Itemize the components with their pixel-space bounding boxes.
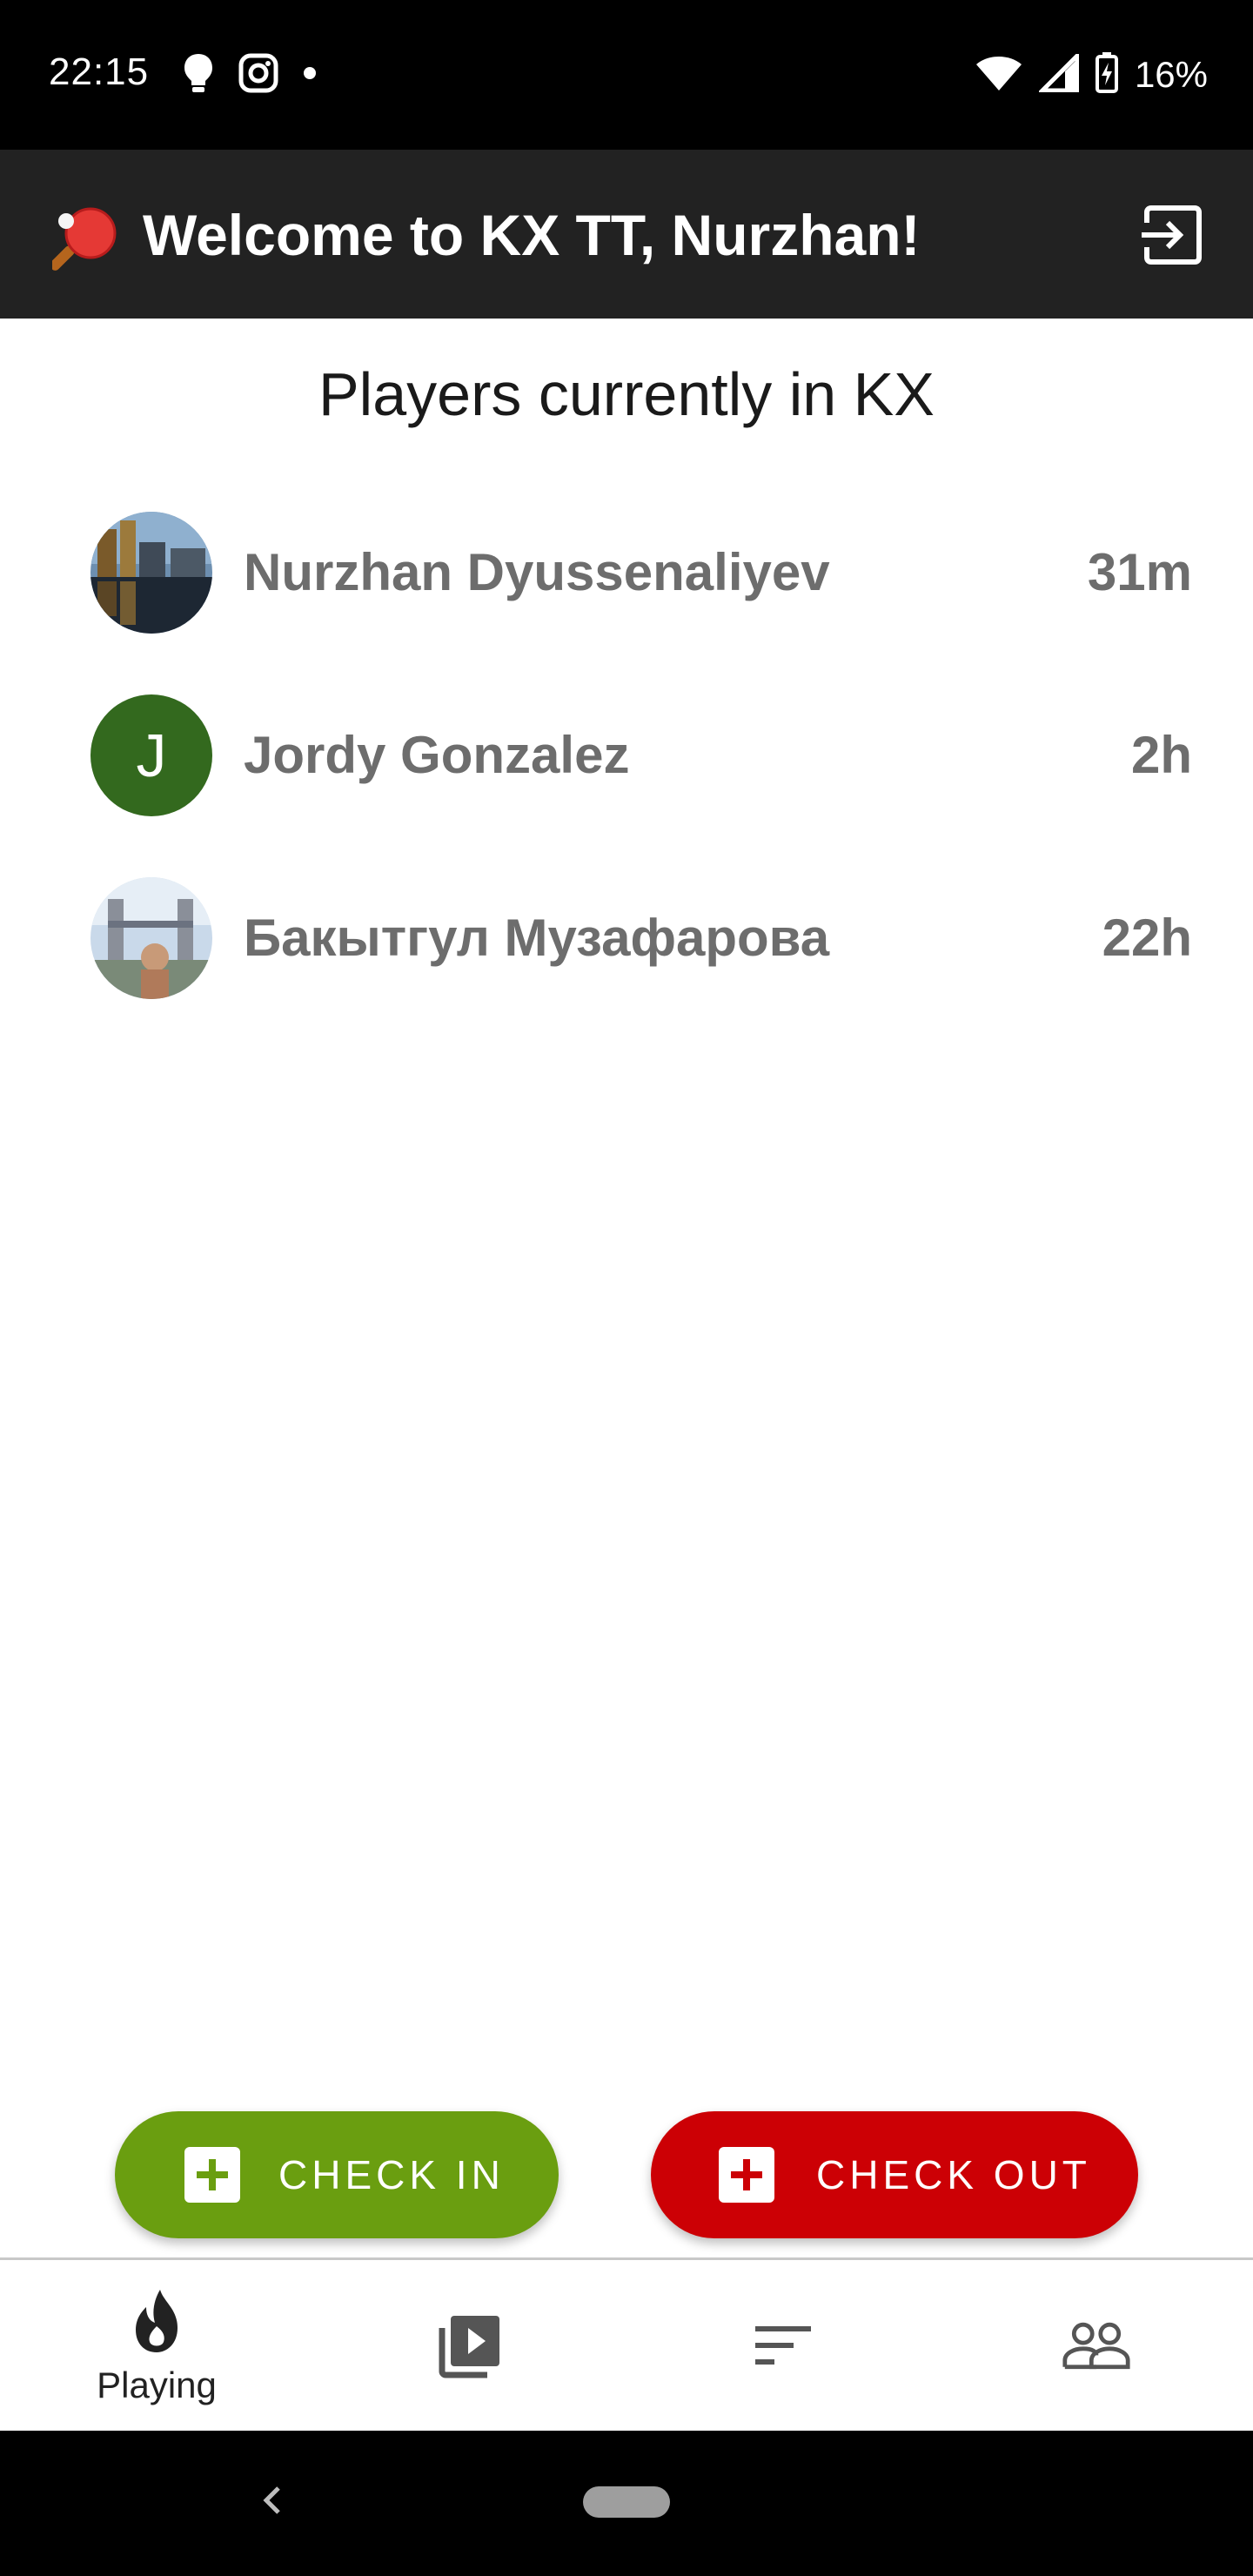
avatar-letter: J xyxy=(136,721,167,789)
nav-item-videos[interactable] xyxy=(313,2260,626,2431)
check-in-label: CHECK IN xyxy=(278,2152,505,2197)
bulb-icon xyxy=(183,52,214,98)
nav-item-playing[interactable]: Playing xyxy=(0,2260,313,2431)
status-bar: 22:15 16% xyxy=(0,0,1253,150)
player-name: Jordy Gonzalez xyxy=(244,726,630,784)
section-title: Players currently in KX xyxy=(318,360,935,428)
home-pill[interactable] xyxy=(583,2486,670,2518)
avatar xyxy=(90,877,212,999)
check-out-button[interactable]: CHECK OUT xyxy=(651,2111,1138,2238)
people-icon xyxy=(1062,2311,1131,2380)
list-item[interactable]: J Jordy Gonzalez 2h xyxy=(0,682,1253,865)
status-time: 22:15 xyxy=(49,50,150,93)
app-title: Welcome to KX TT, Nurzhan! xyxy=(143,203,921,267)
status-system-icons: 16% xyxy=(975,50,1208,99)
player-time: 31m xyxy=(1087,543,1192,601)
ping-pong-icon xyxy=(50,202,122,272)
status-notification-icons xyxy=(183,50,317,99)
player-time: 2h xyxy=(1130,726,1192,784)
plus-box-icon xyxy=(184,2147,240,2203)
bottom-nav: Playing xyxy=(0,2260,1253,2431)
signal-icon xyxy=(1036,50,1080,97)
app-bar: Welcome to KX TT, Nurzhan! xyxy=(0,150,1253,319)
system-nav-bar xyxy=(0,2431,1253,2576)
wifi-icon xyxy=(975,54,1023,97)
check-in-button[interactable]: CHECK IN xyxy=(115,2111,559,2238)
dot-icon xyxy=(303,66,317,84)
player-name: Бакытгул Музафарова xyxy=(244,909,830,967)
sort-icon xyxy=(748,2311,818,2380)
battery-charging-icon xyxy=(1095,51,1119,98)
instagram-icon xyxy=(238,53,278,97)
player-time: 22h xyxy=(1102,909,1192,967)
avatar: J xyxy=(90,694,212,816)
nav-item-players[interactable] xyxy=(940,2260,1253,2431)
player-name: Nurzhan Dyussenaliyev xyxy=(244,543,830,601)
list-item[interactable]: Nurzhan Dyussenaliyev 31m xyxy=(0,500,1253,682)
check-out-label: CHECK OUT xyxy=(816,2152,1091,2197)
flame-icon xyxy=(122,2286,191,2356)
nav-item-rankings[interactable] xyxy=(626,2260,940,2431)
plus-box-icon xyxy=(719,2147,774,2203)
nav-label: Playing xyxy=(97,2365,217,2405)
logout-icon xyxy=(1142,204,1204,271)
battery-percent: 16% xyxy=(1134,54,1208,95)
logout-button[interactable] xyxy=(1131,195,1215,278)
list-item[interactable]: Бакытгул Музафарова 22h xyxy=(0,865,1253,1048)
back-icon[interactable] xyxy=(254,2474,289,2526)
avatar xyxy=(90,512,212,634)
video-library-icon xyxy=(435,2311,505,2380)
